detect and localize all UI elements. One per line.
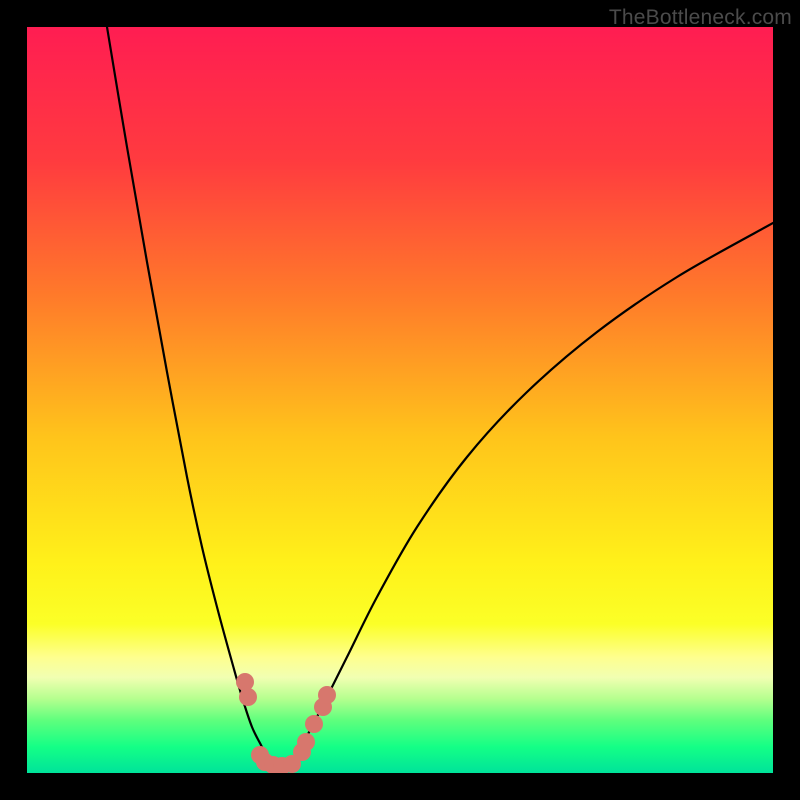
data-marker — [236, 673, 254, 691]
watermark-label: TheBottleneck.com — [609, 6, 792, 30]
gradient-background — [27, 27, 773, 773]
data-marker — [297, 733, 315, 751]
data-marker — [318, 686, 336, 704]
chart-svg — [27, 27, 773, 773]
chart-frame: TheBottleneck.com — [0, 0, 800, 800]
data-marker — [239, 688, 257, 706]
data-marker — [305, 715, 323, 733]
plot-area — [27, 27, 773, 773]
